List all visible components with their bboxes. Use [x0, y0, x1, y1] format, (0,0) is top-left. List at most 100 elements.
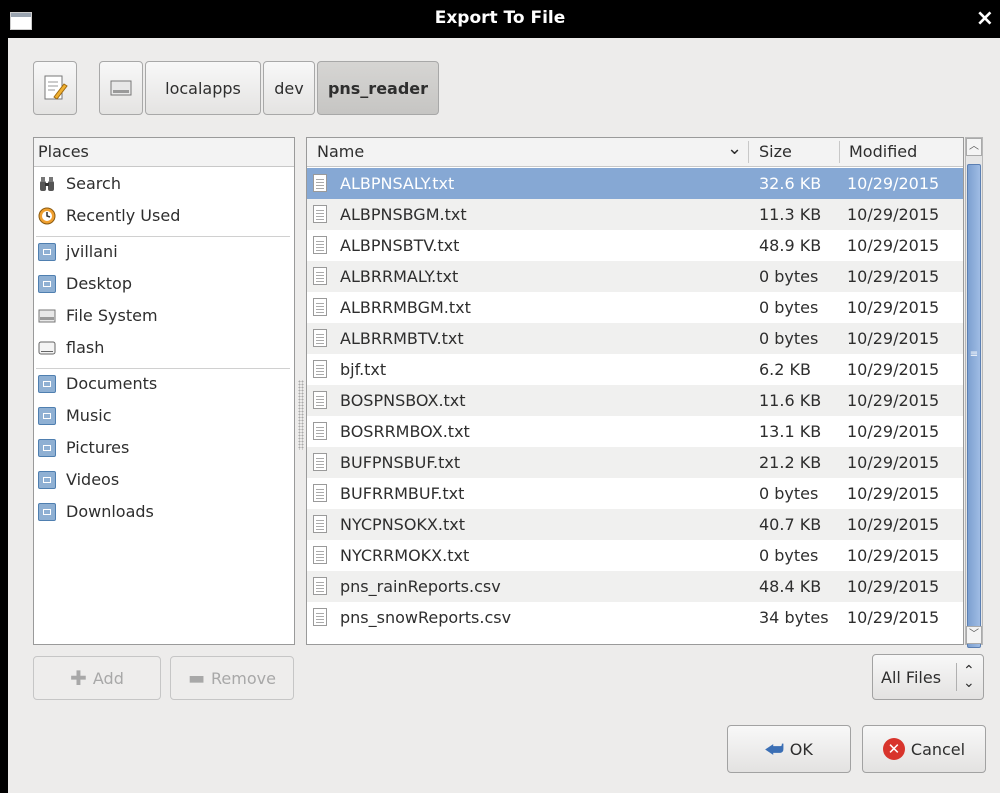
music-folder-icon [38, 407, 56, 425]
pictures-folder-icon [38, 439, 56, 457]
place-documents[interactable]: Documents [34, 370, 292, 398]
file-row[interactable]: ALBPNSBGM.txt 11.3 KB 10/29/2015 [307, 199, 963, 230]
text-file-icon [313, 391, 327, 409]
file-size: 48.4 KB [759, 577, 822, 596]
file-row[interactable]: ALBPNSALY.txt 32.6 KB 10/29/2015 [307, 168, 963, 199]
file-type-filter-select[interactable]: All Files ⌃ ⌄ [872, 654, 984, 700]
path-segment-dev[interactable]: dev [263, 61, 315, 115]
column-modified-header[interactable]: Modified [843, 138, 961, 166]
file-size: 11.6 KB [759, 391, 822, 410]
file-row[interactable]: BUFRRMBUF.txt 0 bytes 10/29/2015 [307, 478, 963, 509]
file-row[interactable]: NYCPNSOKX.txt 40.7 KB 10/29/2015 [307, 509, 963, 540]
scroll-down-icon[interactable]: ﹀ [966, 626, 982, 644]
cancel-button-label: Cancel [910, 739, 966, 759]
file-modified: 10/29/2015 [847, 484, 940, 503]
file-row[interactable]: pns_snowReports.csv 34 bytes 10/29/2015 [307, 602, 963, 633]
close-icon[interactable]: × [976, 6, 994, 31]
file-row[interactable]: ALBRRMALY.txt 0 bytes 10/29/2015 [307, 261, 963, 292]
file-row[interactable]: BOSPNSBOX.txt 11.6 KB 10/29/2015 [307, 385, 963, 416]
add-button-label: Add [92, 668, 124, 688]
place-label: Pictures [66, 438, 130, 457]
edit-location-button[interactable] [33, 61, 77, 115]
text-file-icon [313, 329, 327, 347]
path-segment-pns-reader[interactable]: pns_reader [317, 61, 439, 115]
text-file-icon [313, 484, 327, 502]
file-size: 0 bytes [759, 329, 819, 348]
place-desktop[interactable]: Desktop [34, 270, 292, 298]
pane-resize-handle[interactable] [298, 380, 304, 450]
file-modified: 10/29/2015 [847, 205, 940, 224]
scrollbar-thumb[interactable]: ≡ [967, 164, 981, 648]
plus-icon: ✚ [70, 666, 87, 690]
place-videos[interactable]: Videos [34, 466, 292, 494]
file-name: BOSRRMBOX.txt [340, 422, 470, 441]
pencil-note-icon [44, 75, 68, 100]
place-file-system[interactable]: File System [34, 302, 292, 330]
file-row[interactable]: bjf.txt 6.2 KB 10/29/2015 [307, 354, 963, 385]
text-file-icon [313, 360, 327, 378]
places-header[interactable]: Places [34, 138, 294, 167]
place-label: Videos [66, 470, 120, 489]
place-pictures[interactable]: Pictures [34, 434, 292, 462]
places-separator [36, 368, 290, 369]
add-button[interactable]: ✚ Add [33, 656, 161, 700]
home-folder-icon [38, 243, 56, 261]
place-label: Downloads [66, 502, 154, 521]
file-list: Name ⌄ Size Modified ALBPNSALY.txt 32.6 K… [306, 137, 964, 645]
file-row[interactable]: ALBRRMBTV.txt 0 bytes 10/29/2015 [307, 323, 963, 354]
place-jvillani[interactable]: jvillani [34, 238, 292, 266]
file-name: bjf.txt [340, 360, 387, 379]
place-flash[interactable]: flash [34, 334, 292, 362]
file-row[interactable]: ALBRRMBGM.txt 0 bytes 10/29/2015 [307, 292, 963, 323]
scroll-up-icon[interactable]: ︿ [966, 138, 982, 156]
remove-button[interactable]: ▬ Remove [170, 656, 294, 700]
places-pane: Places Search Recently Used jvillani Des… [33, 137, 295, 645]
text-file-icon [313, 608, 327, 626]
file-modified: 10/29/2015 [847, 577, 940, 596]
filter-selected-value: All Files [881, 667, 942, 687]
file-row[interactable]: NYCRRMOKX.txt 0 bytes 10/29/2015 [307, 540, 963, 571]
place-label: Music [66, 406, 112, 425]
file-row[interactable]: ALBPNSBTV.txt 48.9 KB 10/29/2015 [307, 230, 963, 261]
text-file-icon [313, 205, 327, 223]
text-file-icon [313, 236, 327, 254]
downloads-folder-icon [38, 503, 56, 521]
file-modified: 10/29/2015 [847, 515, 940, 534]
file-row[interactable]: BUFPNSBUF.txt 21.2 KB 10/29/2015 [307, 447, 963, 478]
place-downloads[interactable]: Downloads [34, 498, 292, 526]
title-bar[interactable]: Export To File × [0, 0, 1000, 38]
place-search[interactable]: Search [34, 170, 292, 198]
column-name-header[interactable]: Name [311, 138, 747, 166]
file-row[interactable]: pns_rainReports.csv 48.4 KB 10/29/2015 [307, 571, 963, 602]
file-modified: 10/29/2015 [847, 608, 940, 627]
binoculars-icon [40, 177, 54, 191]
file-name: NYCPNSOKX.txt [340, 515, 465, 534]
drive-icon [110, 80, 132, 96]
column-label: Size [759, 142, 792, 161]
file-name: BUFRRMBUF.txt [340, 484, 465, 503]
file-modified: 10/29/2015 [847, 546, 940, 565]
file-modified: 10/29/2015 [847, 360, 940, 379]
desktop-folder-icon [38, 275, 56, 293]
place-recently-used[interactable]: Recently Used [34, 202, 292, 230]
sort-chevron-icon: ⌄ [727, 138, 743, 159]
filesystem-root-button[interactable] [99, 61, 143, 115]
path-segment-localapps[interactable]: localapps [145, 61, 261, 115]
file-list-scrollbar[interactable]: ︿ ≡ ﹀ [965, 137, 983, 648]
cancel-button[interactable]: ✕ Cancel [862, 725, 986, 773]
drive-icon [38, 309, 56, 323]
file-size: 11.3 KB [759, 205, 822, 224]
file-row[interactable]: BOSRRMBOX.txt 13.1 KB 10/29/2015 [307, 416, 963, 447]
cancel-icon: ✕ [882, 738, 905, 760]
column-size-header[interactable]: Size [753, 138, 839, 166]
window-title: Export To File [434, 8, 566, 28]
text-file-icon [313, 453, 327, 471]
ok-button[interactable]: ⮨ OK [727, 725, 851, 773]
file-size: 6.2 KB [759, 360, 811, 379]
file-modified: 10/29/2015 [847, 174, 940, 193]
column-label: Name [317, 142, 365, 161]
column-label: Modified [849, 142, 918, 161]
export-dialog: Export To File × localapps dev pns_reade… [0, 0, 1000, 793]
file-modified: 10/29/2015 [847, 236, 940, 255]
place-music[interactable]: Music [34, 402, 292, 430]
